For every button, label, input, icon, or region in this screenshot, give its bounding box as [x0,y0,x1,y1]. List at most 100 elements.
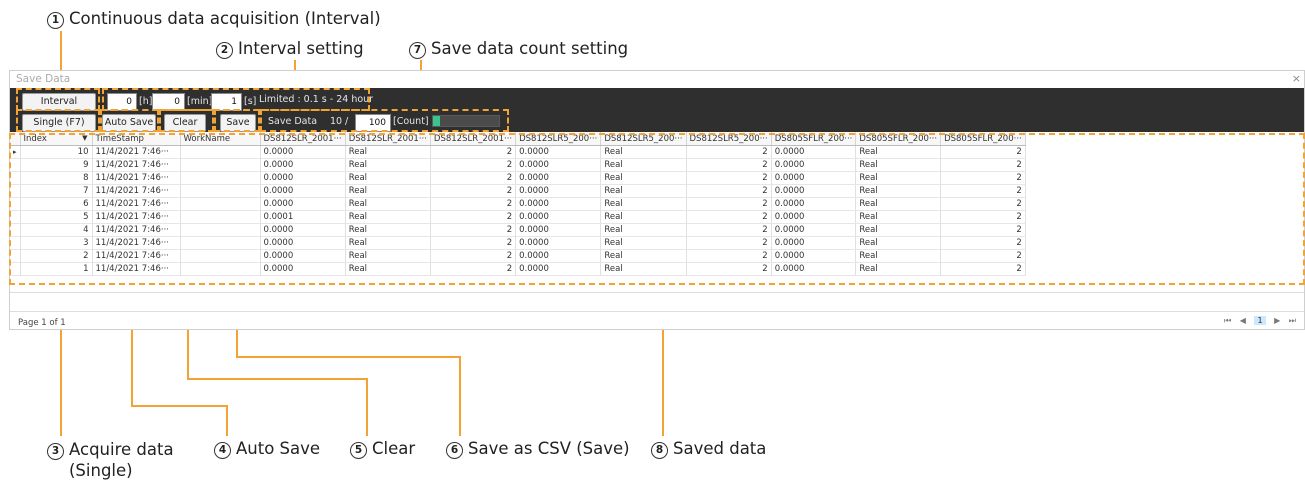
table-cell[interactable] [180,197,261,211]
table-cell[interactable]: Real [600,223,687,237]
table-cell[interactable]: 0.0000 [260,171,346,185]
table-cell[interactable]: 2 [686,236,772,250]
table-cell[interactable]: 2 [940,197,1026,211]
table-cell[interactable]: Real [600,197,687,211]
prev-page-icon[interactable]: ◀ [1240,316,1246,325]
table-cell[interactable]: 11/4/2021 7:46··· [92,262,181,276]
table-cell[interactable]: 2 [686,249,772,263]
table-cell[interactable]: 0.0000 [515,262,602,276]
table-cell[interactable]: 4 [20,223,93,237]
table-cell[interactable]: 0.0000 [260,197,346,211]
table-cell[interactable]: 0.0000 [515,184,602,198]
interval-seconds-input[interactable]: 1 [211,93,242,111]
first-page-icon[interactable]: ⏮ [1224,316,1231,325]
table-cell[interactable]: 0.0000 [260,249,346,263]
table-cell[interactable]: 2 [430,210,517,224]
last-page-icon[interactable]: ⏭ [1289,316,1296,325]
table-row[interactable]: 3 11/4/2021 7:46··· 0.0000 Real 2 0.0000 Real 2… [10,236,1026,250]
table-cell[interactable]: Real [855,197,942,211]
table-row[interactable]: 5 11/4/2021 7:46··· 0.0001 Real 2 0.0000 Real 2… [10,210,1026,224]
table-cell[interactable]: 11/4/2021 7:46··· [92,145,181,159]
table-cell[interactable]: 2 [430,184,517,198]
table-cell[interactable]: Real [855,262,942,276]
table-cell[interactable]: 11/4/2021 7:46··· [92,184,181,198]
table-cell[interactable]: 6 [20,197,93,211]
table-cell[interactable]: Real [855,249,942,263]
table-cell[interactable]: 7 [20,184,93,198]
table-cell[interactable]: 0.0000 [260,236,346,250]
interval-button[interactable]: Interval [22,93,96,111]
table-cell[interactable]: 2 [686,158,772,172]
table-cell[interactable]: 0.0000 [771,223,857,237]
column-header[interactable]: DS812SLR_2001··· [345,132,431,146]
table-cell[interactable]: 0.0000 [771,197,857,211]
table-cell[interactable]: Real [345,171,431,185]
table-cell[interactable]: 10 [20,145,93,159]
column-header[interactable]: DS805SFLR_200··· [855,132,942,146]
table-cell[interactable]: Real [345,210,431,224]
table-row[interactable]: 7 11/4/2021 7:46··· 0.0000 Real 2 0.0000 Real 2… [10,184,1026,198]
table-cell[interactable]: Real [600,236,687,250]
table-row[interactable]: 8 11/4/2021 7:46··· 0.0000 Real 2 0.0000 Real 2… [10,171,1026,185]
column-header[interactable]: DS812SLR5_200··· [515,132,602,146]
table-cell[interactable]: 2 [686,171,772,185]
table-cell[interactable]: 11/4/2021 7:46··· [92,171,181,185]
max-count-input[interactable]: 100 [355,114,391,132]
table-cell[interactable]: 11/4/2021 7:46··· [92,158,181,172]
table-cell[interactable]: 2 [430,145,517,159]
table-cell[interactable]: Real [600,249,687,263]
table-cell[interactable]: Real [345,158,431,172]
table-cell[interactable]: 0.0000 [771,262,857,276]
table-cell[interactable]: 2 [430,197,517,211]
table-cell[interactable]: 2 [686,145,772,159]
table-cell[interactable]: Real [345,184,431,198]
table-cell[interactable]: 3 [20,236,93,250]
table-cell[interactable]: 0.0000 [515,249,602,263]
column-header[interactable]: DS812SLR5_200··· [600,132,687,146]
table-cell[interactable]: 0.0000 [771,249,857,263]
table-cell[interactable]: 0.0000 [771,236,857,250]
table-cell[interactable]: Real [345,262,431,276]
table-cell[interactable]: 2 [940,223,1026,237]
next-page-icon[interactable]: ▶ [1274,316,1280,325]
table-cell[interactable]: Real [855,158,942,172]
table-cell[interactable]: Real [855,184,942,198]
table-cell[interactable]: 2 [940,184,1026,198]
table-cell[interactable]: 0.0000 [260,184,346,198]
table-cell[interactable]: Real [345,223,431,237]
table-cell[interactable]: 11/4/2021 7:46··· [92,197,181,211]
interval-hours-input[interactable]: 0 [107,93,137,111]
table-cell[interactable]: 2 [940,145,1026,159]
table-cell[interactable]: Real [345,236,431,250]
table-cell[interactable]: 2 [686,223,772,237]
table-cell[interactable]: 11/4/2021 7:46··· [92,223,181,237]
table-cell[interactable]: Real [600,262,687,276]
clear-button[interactable]: Clear [164,114,206,132]
save-button[interactable]: Save [220,114,256,132]
column-header[interactable]: WorkName [180,132,261,146]
table-row[interactable]: 2 11/4/2021 7:46··· 0.0000 Real 2 0.0000 Real 2… [10,249,1026,263]
table-cell[interactable] [180,171,261,185]
table-cell[interactable]: 0.0000 [515,223,602,237]
table-cell[interactable]: 2 [940,210,1026,224]
table-cell[interactable]: Real [600,171,687,185]
saved-data-grid[interactable]: Index ▼ TimeStamp WorkName DS812SLR_2001··· D… [10,132,1304,292]
table-row[interactable]: 4 11/4/2021 7:46··· 0.0000 Real 2 0.0000 Real 2… [10,223,1026,237]
table-cell[interactable]: 9 [20,158,93,172]
table-cell[interactable] [180,145,261,159]
table-cell[interactable]: 0.0000 [260,262,346,276]
table-cell[interactable] [180,210,261,224]
table-cell[interactable]: 2 [686,262,772,276]
table-cell[interactable]: 0.0000 [515,171,602,185]
table-cell[interactable]: Real [855,171,942,185]
table-cell[interactable]: 0.0000 [771,184,857,198]
table-cell[interactable]: 0.0000 [771,210,857,224]
table-row[interactable]: 9 11/4/2021 7:46··· 0.0000 Real 2 0.0000 Real 2… [10,158,1026,172]
column-header[interactable]: DS812SLR_2001··· [430,132,517,146]
table-cell[interactable]: 2 [686,210,772,224]
table-cell[interactable]: 0.0000 [260,158,346,172]
table-cell[interactable] [180,249,261,263]
table-cell[interactable]: Real [345,197,431,211]
table-cell[interactable]: 2 [430,249,517,263]
table-row[interactable]: 6 11/4/2021 7:46··· 0.0000 Real 2 0.0000 Real 2… [10,197,1026,211]
